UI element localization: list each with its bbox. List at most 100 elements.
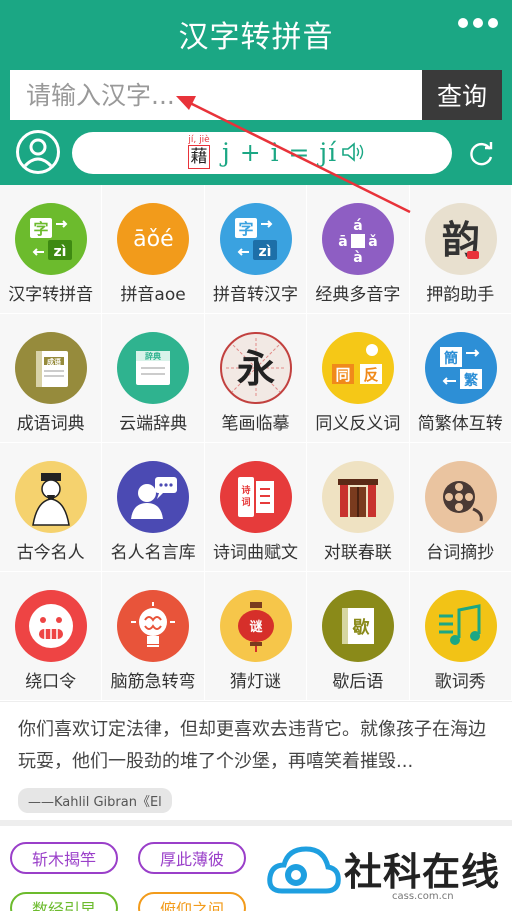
grid-item-label: 歌词秀 [434,672,486,692]
grid-item-famous-people[interactable]: 古今名人 [0,443,103,572]
grid-item-label: 云端辞典 [119,414,188,434]
refresh-icon[interactable] [466,140,496,170]
svg-text:ā: ā [338,234,347,250]
grid-item-label: 诗词曲赋文 [212,543,298,563]
grid-item-label: 名人名言库 [110,543,196,563]
svg-text:同: 同 [336,366,351,384]
cloud-dictionary-icon: 辞典 [117,332,190,404]
idiom-tag[interactable]: 数经引早 [10,892,118,911]
hanzi-to-pinyin-icon: 字 zì [15,203,87,275]
grid-item-xiehouyu[interactable]: 歇 歇后语 [307,572,410,701]
feature-grid: 字 zì 汉字转拼音 āǒé 拼音aoe 字 zì 拼音转汉字 áā ǎà 经典多音字… [0,185,512,701]
lyrics-icon [424,590,497,662]
quote-author: ——Kahlil Gibran《El [18,788,172,813]
more-dots-icon[interactable] [458,18,498,28]
app-header: 汉字转拼音 查询 jí, jiè 藉 j + i = jí [0,0,512,185]
grid-item-label: 汉字转拼音 [8,285,94,305]
grid-item-lines-excerpt[interactable]: 台词摘抄 [409,443,512,572]
svg-text:à: à [353,250,362,264]
grid-item-label: 同义反义词 [315,414,401,434]
grid-item-simplified-traditional[interactable]: 簡繁 简繁体互转 [409,314,512,443]
watermark-title: 社科在线 [344,850,501,894]
polyphone-icon: áā ǎà [322,203,395,275]
grid-item-idiom-dictionary[interactable]: 成语 成语词典 [0,314,103,443]
grid-item-famous-quotes[interactable]: 名人名言库 [102,443,205,572]
grid-item-label: 台词摘抄 [426,543,495,563]
grid-item-label: 猜灯谜 [229,672,281,692]
famous-quotes-icon [117,461,190,533]
grid-item-label: 脑筋急转弯 [110,672,196,692]
svg-text:zì: zì [258,244,271,260]
rhyme-icon: 韵 [424,203,497,275]
famous-people-icon [15,461,87,533]
grid-item-synonym-antonym[interactable]: 同反 同义反义词 [307,314,410,443]
grid-item-label: 经典多音字 [315,285,401,305]
tongue-twister-icon [15,590,87,662]
grid-item-pinyin-aoe[interactable]: āǒé 拼音aoe [102,185,205,314]
ruby-pinyin: jí, jiè [188,135,210,145]
pinyin-demo-banner[interactable]: jí, jiè 藉 j + i = jí [72,132,452,174]
brain-teaser-icon [117,590,190,662]
svg-text:词: 词 [241,496,250,508]
grid-item-brain-teaser[interactable]: 脑筋急转弯 [102,572,205,701]
grid-item-stroke-copy[interactable]: 永 笔画临摹 [204,314,308,443]
grid-item-label: 拼音转汉字 [212,285,298,305]
svg-text:ǎ: ǎ [368,234,377,250]
grid-item-lyrics[interactable]: 歌词秀 [409,572,512,701]
idiom-tag[interactable]: 斩木揭竿 [10,842,118,874]
grid-item-rhyme[interactable]: 韵 押韵助手 [409,185,512,314]
idiom-tag[interactable]: 俯仰之间 [138,892,246,911]
grid-item-lantern-riddle[interactable]: 谜 猜灯谜 [204,572,308,701]
lantern-riddle-icon: 谜 [219,590,292,662]
svg-text:簡: 簡 [444,350,458,367]
page-title: 汉字转拼音 [178,20,334,55]
grid-item-tongue-twister[interactable]: 绕口令 [0,572,103,701]
grid-item-label: 成语词典 [16,414,85,434]
lines-excerpt-icon [424,461,497,533]
search-button[interactable]: 查询 [422,70,502,120]
grid-item-label: 绕口令 [25,672,77,692]
svg-text:字: 字 [33,220,48,238]
grid-item-label: 古今名人 [16,543,85,563]
daily-quote[interactable]: 你们喜欢订定法律，但却更喜欢去违背它。就像孩子在海边玩耍，他们一股劲的堆了个沙堡… [0,702,512,820]
pinyin-formula: j + i = jí [222,137,338,167]
grid-item-couplet[interactable]: 对联春联 [307,443,410,572]
search-bar: 查询 [10,70,502,120]
grid-item-label: 拼音aoe [120,285,186,305]
quote-text: 你们喜欢订定法律，但却更喜欢去违背它。就像孩子在海边玩耍，他们一股劲的堆了个沙堡… [18,719,486,772]
svg-text:谜: 谜 [249,619,263,635]
svg-text:诗: 诗 [241,484,250,496]
ruby-annotation: jí, jiè 藉 [188,135,210,169]
svg-text:繁: 繁 [463,372,479,389]
grid-item-label: 简繁体互转 [417,414,503,434]
idiom-dictionary-icon: 成语 [15,332,87,404]
grid-item-label: 对联春联 [323,543,392,563]
xiehouyu-icon: 歇 [322,590,395,662]
cloud-eye-logo-icon [267,846,341,894]
pinyin-to-hanzi-icon: 字 zì [219,203,292,275]
svg-text:字: 字 [238,220,253,238]
grid-item-label: 笔画临摹 [221,414,290,434]
svg-text:歇: 歇 [353,617,370,638]
ruby-char: 藉 [188,145,210,169]
grid-item-polyphone[interactable]: áā ǎà 经典多音字 [307,185,410,314]
synonym-antonym-icon: 同反 [322,332,395,404]
site-watermark: 社科在线 cass.com.cn [260,831,512,911]
couplet-icon [322,461,395,533]
grid-item-label: 歇后语 [332,672,384,692]
svg-text:反: 反 [364,366,379,384]
svg-text:永: 永 [237,346,275,391]
avatar-icon[interactable] [16,130,60,174]
grid-item-cloud-dictionary[interactable]: 辞典 云端辞典 [102,314,205,443]
idiom-tag[interactable]: 厚此薄彼 [138,842,246,874]
grid-item-pinyin-to-hanzi[interactable]: 字 zì 拼音转汉字 [204,185,308,314]
stroke-copy-icon: 永 [219,332,292,404]
simplified-traditional-icon: 簡繁 [424,332,497,404]
pinyin-aoe-icon: āǒé [117,203,190,275]
grid-item-hanzi-to-pinyin[interactable]: 字 zì 汉字转拼音 [0,185,103,314]
grid-item-poetry[interactable]: 诗词 诗词曲赋文 [204,443,308,572]
search-input[interactable] [10,70,422,120]
svg-text:辞典: 辞典 [145,351,161,361]
watermark-subtitle: cass.com.cn [392,891,454,902]
speaker-icon[interactable] [341,140,367,164]
